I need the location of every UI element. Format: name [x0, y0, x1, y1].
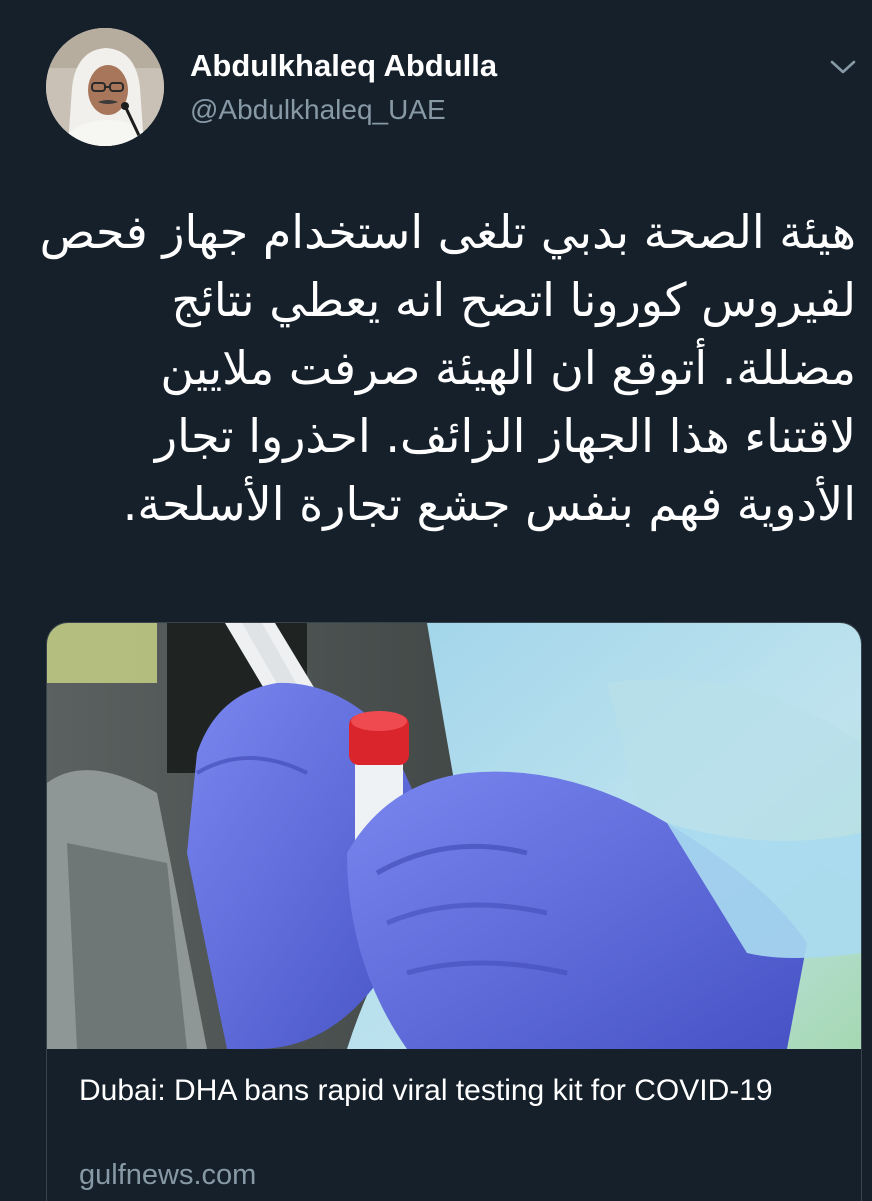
link-card-image[interactable]: [47, 623, 861, 1049]
avatar-photo-icon: [46, 28, 164, 146]
author-display-name[interactable]: Abdulkhaleq Abdulla: [190, 46, 497, 86]
tweet: Abdulkhaleq Abdulla @Abdulkhaleq_UAE هيئ…: [0, 0, 872, 1201]
tweet-text: هيئة الصحة بدبي تلغى استخدام جهاز فحص لف…: [39, 205, 856, 531]
author-handle[interactable]: @Abdulkhaleq_UAE: [190, 92, 446, 128]
author-avatar[interactable]: [46, 28, 164, 146]
covid-test-swab-photo-icon: [47, 623, 861, 1049]
link-card-title[interactable]: Dubai: DHA bans rapid viral testing kit …: [79, 1071, 839, 1111]
link-preview-card[interactable]: Dubai: DHA bans rapid viral testing kit …: [46, 622, 862, 1201]
chevron-down-icon[interactable]: [820, 44, 866, 90]
link-card-domain: gulfnews.com: [79, 1159, 257, 1191]
